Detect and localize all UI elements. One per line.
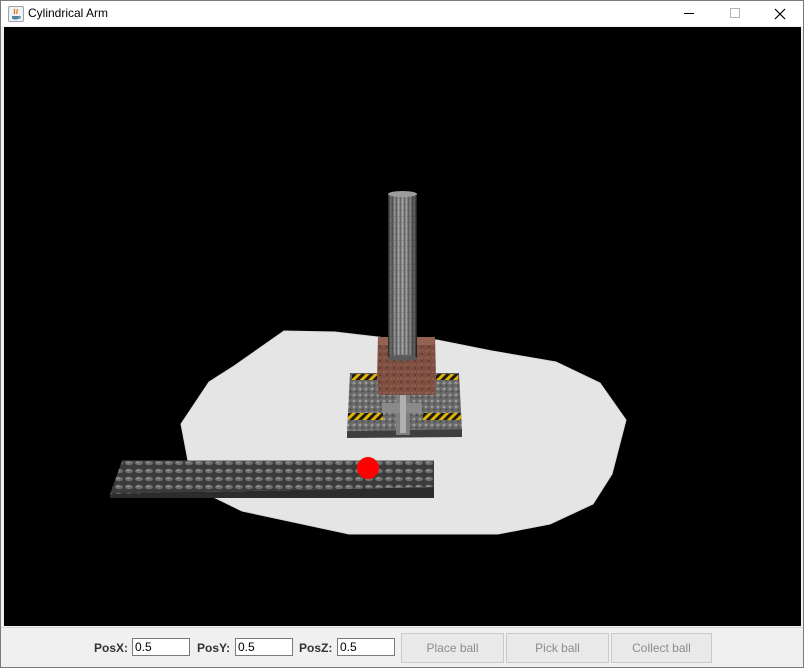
maximize-icon: [729, 8, 741, 19]
java-icon[interactable]: [8, 6, 24, 22]
posz-label: PosZ:: [299, 641, 333, 655]
red-ball: [357, 457, 379, 479]
place-ball-button[interactable]: Place ball: [401, 633, 504, 663]
close-button[interactable]: [757, 1, 803, 26]
3d-viewport[interactable]: [4, 27, 801, 626]
posx-input[interactable]: [132, 638, 190, 656]
window-title: Cylindrical Arm: [28, 6, 109, 20]
control-panel: PosX: PosY: PosZ: Place ball Pick ball C…: [1, 627, 803, 667]
posy-label: PosY:: [197, 641, 231, 655]
app-window: Cylindrical Arm PosX: 0.5 PosY: 0.5 PosZ…: [0, 0, 804, 668]
maximize-button[interactable]: [712, 1, 758, 26]
posz-input[interactable]: [337, 638, 395, 656]
minimize-icon: [683, 8, 695, 19]
close-icon: [774, 8, 786, 20]
arm-cylinder: [388, 191, 417, 361]
minimize-button[interactable]: [666, 1, 712, 26]
posy-input[interactable]: [235, 638, 293, 656]
conveyor-belt: [110, 460, 434, 498]
title-bar[interactable]: Cylindrical Arm: [1, 1, 803, 26]
posx-label: PosX:: [94, 641, 129, 655]
collect-ball-button[interactable]: Collect ball: [611, 633, 712, 663]
pick-ball-button[interactable]: Pick ball: [506, 633, 609, 663]
